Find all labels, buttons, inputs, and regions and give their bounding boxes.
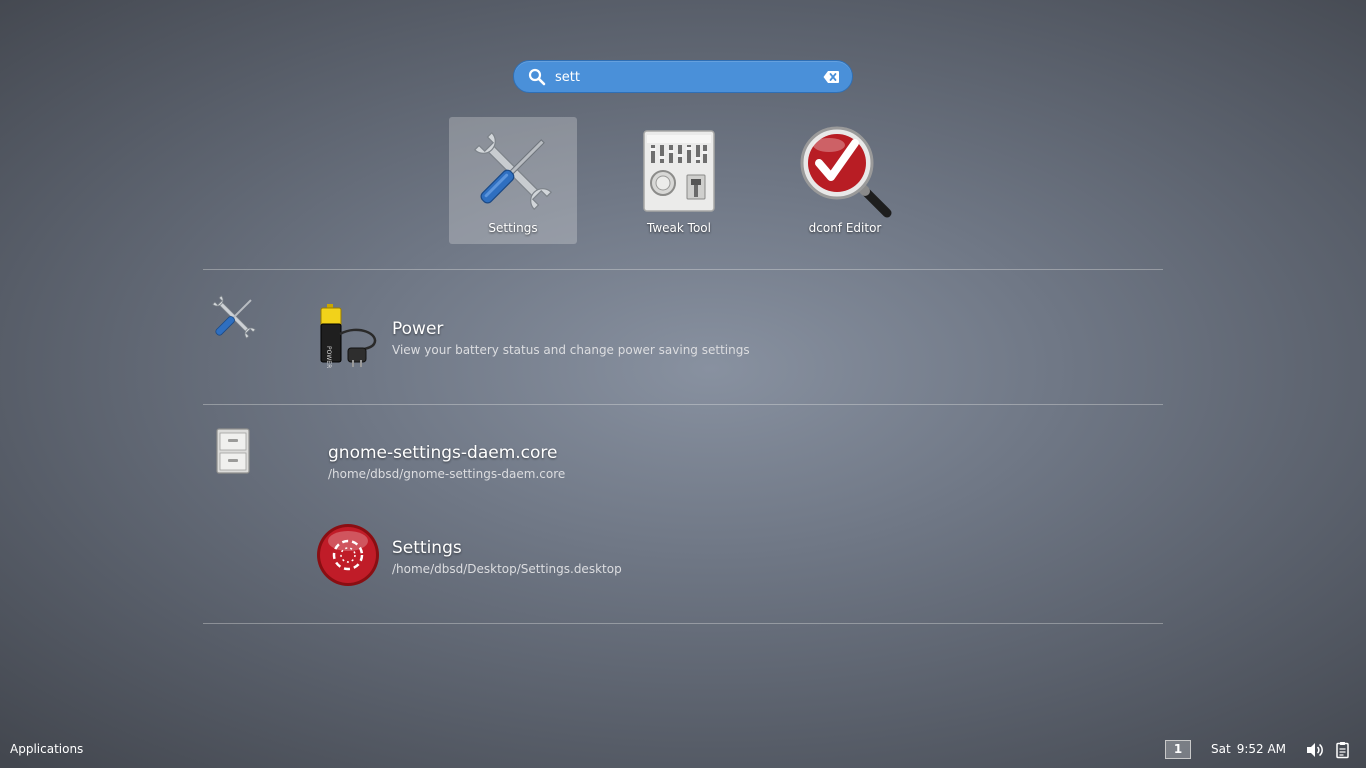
svg-text:POWER: POWER — [325, 346, 332, 368]
search-result-power[interactable]: POWER Power View your battery status and… — [318, 304, 750, 370]
result-description: View your battery status and change powe… — [392, 343, 750, 357]
settings-provider-icon[interactable] — [206, 289, 262, 345]
result-title: Settings — [392, 538, 462, 558]
separator — [203, 623, 1163, 624]
search-entry[interactable] — [513, 60, 853, 93]
clock-day: Sat — [1211, 742, 1231, 756]
clipboard-icon[interactable] — [1334, 741, 1352, 759]
clear-search-icon[interactable] — [823, 70, 840, 84]
power-battery-icon: POWER — [320, 304, 377, 368]
app-label: Settings — [488, 221, 538, 235]
app-tile-dconf-editor[interactable]: dconf Editor — [781, 117, 909, 244]
app-tile-tweak-tool[interactable]: Tweak Tool — [615, 117, 743, 244]
volume-icon[interactable] — [1306, 741, 1324, 759]
workspace-indicator[interactable]: 1 — [1165, 740, 1191, 759]
applications-button[interactable]: Applications — [10, 742, 83, 756]
search-result-settings-desktop[interactable]: Settings /home/dbsd/Desktop/Settings.des… — [316, 523, 736, 589]
files-provider-icon[interactable] — [205, 423, 261, 479]
result-description: /home/dbsd/Desktop/Settings.desktop — [392, 562, 622, 576]
result-description: /home/dbsd/gnome-settings-daem.core — [328, 467, 566, 481]
bottom-bar: Applications 1 Sat 9:52 AM — [0, 736, 1366, 768]
app-label: dconf Editor — [808, 221, 882, 235]
app-label: Tweak Tool — [647, 221, 711, 235]
app-tile-settings[interactable]: Settings — [449, 117, 577, 244]
search-icon — [528, 68, 546, 86]
desktop-file-icon — [317, 524, 379, 586]
result-title: gnome-settings-daem.core — [328, 443, 558, 463]
separator — [203, 404, 1163, 405]
settings-icon — [473, 131, 553, 211]
separator — [203, 269, 1163, 270]
clock[interactable]: Sat 9:52 AM — [1211, 742, 1286, 756]
search-result-core-file[interactable]: gnome-settings-daem.core /home/dbsd/gnom… — [318, 430, 738, 490]
result-title: Power — [392, 319, 444, 339]
clock-time: 9:52 AM — [1236, 742, 1287, 756]
search-input[interactable] — [555, 66, 815, 88]
tweak-tool-icon — [643, 130, 715, 212]
dconf-editor-icon — [800, 126, 892, 218]
app-grid: Settings Tweak Tool dconf Editor — [0, 117, 1366, 245]
